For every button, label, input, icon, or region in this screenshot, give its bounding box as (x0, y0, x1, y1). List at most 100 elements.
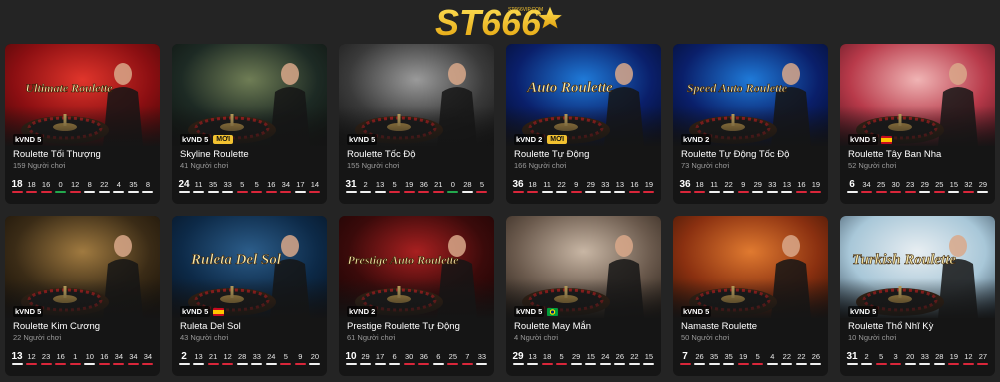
game-card[interactable]: Ruleta Del Sol kVND 5 Ruleta Del Sol 43 Ngư… (172, 216, 327, 376)
game-thumbnail[interactable] (840, 44, 995, 146)
result-number: 30 (403, 352, 415, 365)
result-value: 21 (434, 180, 443, 189)
result-number: 29 (570, 352, 582, 365)
result-value: 16 (630, 180, 639, 189)
result-value: 26 (615, 352, 624, 361)
result-value: 34 (114, 352, 123, 361)
result-value: 35 (129, 180, 138, 189)
result-number: 28 (236, 352, 248, 365)
game-thumbnail[interactable] (5, 216, 160, 318)
card-badges: kVND 5 (848, 306, 879, 317)
game-title[interactable]: Ruleta Del Sol (180, 321, 241, 332)
game-thumbnail[interactable] (673, 216, 828, 318)
result-number: 5 (251, 180, 263, 193)
result-value: 19 (811, 180, 821, 189)
result-color-bar (265, 363, 277, 365)
result-value: 16 (41, 180, 51, 189)
card-badges: kVND 5 MỚI (180, 134, 234, 145)
result-value: 10 (345, 351, 357, 362)
result-value: 21 (208, 352, 218, 361)
result-value: 0 (58, 180, 63, 189)
result-color-bar (251, 363, 263, 365)
game-thumbnail[interactable] (506, 216, 661, 318)
result-color-bar (374, 191, 386, 193)
result-value: 6 (392, 352, 397, 361)
game-card[interactable]: Turkish Roulette kVND 5 Roulette Thổ Nhĩ K… (840, 216, 995, 376)
result-number: 26 (694, 352, 706, 365)
game-thumbnail[interactable] (172, 44, 327, 146)
game-title[interactable]: Roulette Tối Thượng (13, 149, 101, 160)
min-bet-badge: kVND 5 (848, 306, 879, 317)
result-color-bar (512, 191, 524, 193)
game-title[interactable]: Skyline Roulette (180, 149, 249, 160)
game-thumbnail[interactable]: Ruleta Del Sol (172, 216, 327, 318)
game-card[interactable]: Speed Auto Roulette kVND 2 Roulette Tự Độn… (673, 44, 828, 204)
result-color-bar (98, 363, 110, 365)
game-card[interactable]: Ultimate Roulette kVND 5 Roulette Tối Thượ… (5, 44, 160, 204)
result-value: 12 (27, 352, 36, 361)
new-badge: MỚI (547, 135, 568, 144)
result-value: 13 (194, 352, 203, 361)
game-title[interactable]: Roulette Kim Cương (13, 321, 100, 332)
result-value: 23 (41, 352, 51, 361)
result-color-bar (26, 191, 38, 193)
result-number: 9 (570, 180, 582, 193)
result-value: 5 (240, 180, 245, 189)
result-value: 17 (375, 352, 385, 361)
result-value: 20 (906, 352, 915, 361)
game-thumbnail[interactable]: Turkish Roulette (840, 216, 995, 318)
game-title[interactable]: Roulette Tự Động (514, 149, 589, 160)
game-title[interactable]: Roulette Tây Ban Nha (848, 149, 941, 160)
min-bet-badge: kVND 5 (180, 306, 211, 317)
game-card[interactable]: kVND 5 Namaste Roulette 50 Người chơi 7 26 35… (673, 216, 828, 376)
result-number: 27 (977, 352, 989, 365)
result-number: 33 (222, 180, 234, 193)
result-value: 12 (223, 352, 232, 361)
result-value: 35 (724, 352, 733, 361)
result-color-bar (585, 191, 597, 193)
result-number: 16 (40, 180, 52, 193)
result-number: 16 (265, 180, 277, 193)
game-card[interactable]: kVND 5 Roulette Tốc Độ 155 Người chơi 31 2 13… (339, 44, 494, 204)
result-value: 15 (644, 352, 654, 361)
result-number: 34 (280, 180, 292, 193)
result-color-bar (694, 363, 706, 365)
min-bet-badge: kVND 2 (514, 134, 545, 145)
game-card[interactable]: kVND 5 Roulette May Mắn 4 Người chơi 29 13 18… (506, 216, 661, 376)
result-color-bar (142, 191, 154, 193)
st666-logo[interactable]: ST666 ST666VIP.COM (433, 2, 568, 43)
game-card[interactable]: kVND 5 Roulette Kim Cương 22 Người chơi 13 1… (5, 216, 160, 376)
recent-results: 31 2 5 3 20 33 28 19 12 27 (846, 352, 989, 365)
result-value: 36 (419, 352, 428, 361)
game-thumbnail[interactable]: Speed Auto Roulette (673, 44, 828, 146)
result-value: 36 (679, 179, 691, 190)
game-thumbnail[interactable]: Auto Roulette (506, 44, 661, 146)
st666-logo-graphic: ST666 ST666VIP.COM (435, 2, 564, 43)
game-title[interactable]: Roulette Thổ Nhĩ Kỳ (848, 321, 933, 332)
game-title[interactable]: Roulette Tự Động Tốc Độ (681, 149, 789, 160)
result-number: 24 (599, 352, 611, 365)
game-thumbnail[interactable] (339, 44, 494, 146)
game-title[interactable]: Roulette May Mắn (514, 321, 591, 332)
game-card[interactable]: Prestige Auto Roulette kVND 2 Prestige Rou… (339, 216, 494, 376)
game-title[interactable]: Roulette Tốc Độ (347, 149, 415, 160)
game-card[interactable]: Auto Roulette kVND 2 MỚI Roulette Tự Động 16… (506, 44, 661, 204)
player-count: 50 Người chơi (681, 333, 730, 342)
game-title[interactable]: Namaste Roulette (681, 321, 757, 332)
result-value: 33 (920, 352, 929, 361)
result-color-bar (403, 191, 415, 193)
result-number: 23 (40, 352, 52, 365)
game-card[interactable]: kVND 5 MỚI Skyline Roulette 41 Người chơi 24… (172, 44, 327, 204)
result-color-bar (890, 363, 902, 365)
result-color-bar (403, 363, 415, 365)
game-card[interactable]: kVND 5 Roulette Tây Ban Nha 52 Người chơi 6… (840, 44, 995, 204)
game-thumbnail[interactable]: Ultimate Roulette (5, 44, 160, 146)
game-logo-overlay: Auto Roulette (526, 80, 613, 96)
result-color-bar (236, 363, 248, 365)
result-number: 13 (193, 352, 205, 365)
game-thumbnail[interactable]: Prestige Auto Roulette (339, 216, 494, 318)
game-title[interactable]: Prestige Roulette Tự Động (347, 321, 460, 332)
result-color-bar (476, 363, 488, 365)
result-number: 34 (861, 180, 873, 193)
result-value: 31 (846, 351, 858, 362)
